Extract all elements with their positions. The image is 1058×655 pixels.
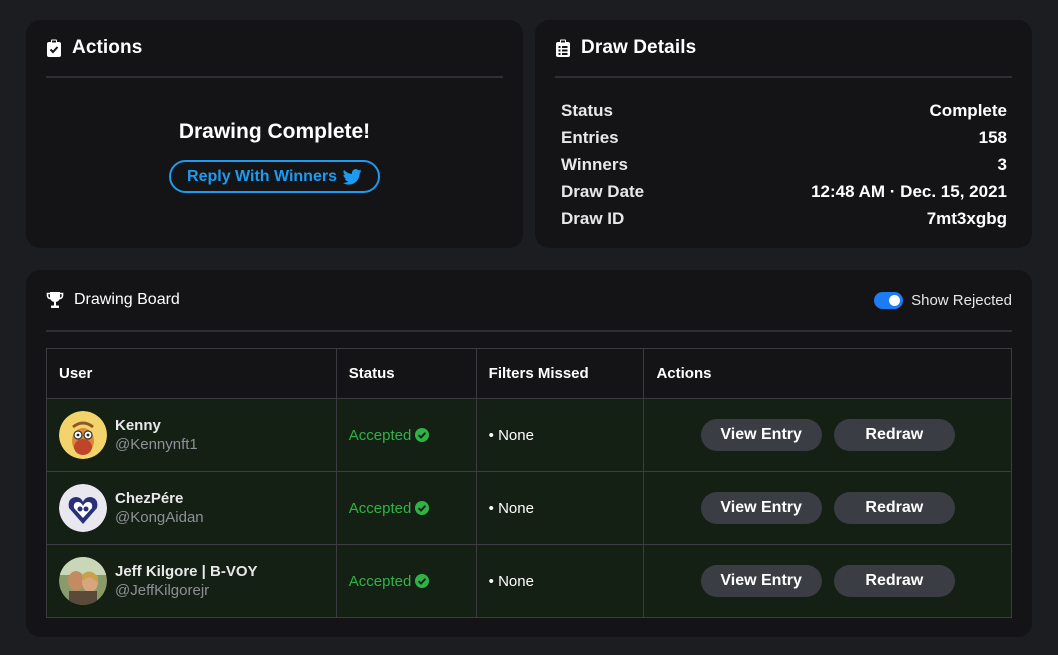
draw-details-list: Status Complete Entries 158 Winners 3 Dr… bbox=[561, 97, 1007, 232]
draw-details-title: Draw Details bbox=[581, 37, 697, 58]
redraw-button[interactable]: Redraw bbox=[833, 492, 955, 524]
detail-row-winners: Winners 3 bbox=[561, 151, 1007, 178]
view-entry-button[interactable]: View Entry bbox=[700, 419, 822, 451]
avatar[interactable] bbox=[59, 484, 107, 532]
table-row: ChezPére @KongAidan Accepted • None View… bbox=[46, 471, 1012, 545]
status-label: Accepted bbox=[348, 426, 412, 444]
trophy-icon bbox=[46, 291, 64, 309]
show-rejected-label: Show Rejected bbox=[911, 291, 1012, 309]
column-header-filters-missed: Filters Missed bbox=[475, 348, 645, 399]
reply-button-label: Reply With Winners bbox=[187, 167, 337, 185]
column-header-user: User bbox=[46, 348, 337, 399]
status-label: Accepted bbox=[348, 499, 412, 517]
user-cell: Kenny @Kennynft1 bbox=[46, 398, 337, 472]
view-entry-button[interactable]: View Entry bbox=[700, 492, 822, 524]
check-circle-icon bbox=[415, 574, 430, 588]
detail-row-status: Status Complete bbox=[561, 97, 1007, 124]
filters-missed-cell: • None bbox=[475, 398, 645, 472]
user-handle[interactable]: @JeffKilgorejr bbox=[115, 582, 258, 599]
detail-value: 12:48 AM · Dec. 15, 2021 bbox=[811, 181, 1007, 201]
user-name: Kenny bbox=[115, 417, 161, 434]
status-cell: Accepted bbox=[335, 544, 477, 618]
actions-cell: View Entry Redraw bbox=[643, 544, 1012, 618]
draw-details-header: Draw Details bbox=[555, 20, 1012, 78]
filters-missed-cell: • None bbox=[475, 471, 645, 545]
user-cell: Jeff Kilgore | B-VOY @JeffKilgorejr bbox=[46, 544, 337, 618]
show-rejected-control: Show Rejected bbox=[874, 291, 1012, 309]
drawing-board-title: Drawing Board bbox=[74, 291, 180, 308]
clipboard-check-icon bbox=[46, 39, 62, 57]
status-label: Accepted bbox=[348, 572, 412, 590]
avatar[interactable] bbox=[59, 411, 107, 459]
detail-label: Draw ID bbox=[561, 208, 625, 228]
column-header-status: Status bbox=[335, 348, 477, 399]
detail-value: 3 bbox=[997, 154, 1007, 174]
avatar[interactable] bbox=[59, 557, 107, 605]
user-handle[interactable]: @Kennynft1 bbox=[115, 436, 198, 453]
user-name: ChezPére bbox=[115, 490, 184, 507]
twitter-bird-icon bbox=[342, 168, 362, 185]
table-row: Jeff Kilgore | B-VOY @JeffKilgorejr Acce… bbox=[46, 544, 1012, 618]
table-row: Kenny @Kennynft1 Accepted • None View En… bbox=[46, 398, 1012, 472]
detail-value: 158 bbox=[978, 127, 1007, 147]
detail-row-draw-id: Draw ID 7mt3xgbg bbox=[561, 205, 1007, 232]
detail-value: 7mt3xgbg bbox=[926, 208, 1007, 228]
redraw-button[interactable]: Redraw bbox=[833, 419, 955, 451]
check-circle-icon bbox=[415, 428, 430, 442]
view-entry-button[interactable]: View Entry bbox=[700, 565, 822, 597]
detail-row-draw-date: Draw Date 12:48 AM · Dec. 15, 2021 bbox=[561, 178, 1007, 205]
clipboard-list-icon bbox=[555, 39, 571, 57]
detail-value: Complete bbox=[929, 100, 1007, 120]
actions-card-header: Actions bbox=[46, 20, 503, 78]
detail-row-entries: Entries 158 bbox=[561, 124, 1007, 151]
check-circle-icon bbox=[415, 501, 430, 515]
status-cell: Accepted bbox=[335, 471, 477, 545]
reply-with-winners-button[interactable]: Reply With Winners bbox=[169, 160, 380, 193]
draw-details-card: Draw Details Status Complete Entries 158… bbox=[535, 20, 1032, 248]
drawing-board-card: Drawing Board Show Rejected User Status … bbox=[26, 270, 1032, 637]
drawing-board-table: User Status Filters Missed Actions Kenny… bbox=[46, 348, 1012, 618]
detail-label: Status bbox=[561, 100, 613, 120]
user-handle[interactable]: @KongAidan bbox=[115, 509, 204, 526]
detail-label: Entries bbox=[561, 127, 619, 147]
actions-cell: View Entry Redraw bbox=[643, 398, 1012, 472]
drawing-complete-message: Drawing Complete! bbox=[178, 120, 371, 143]
toggle-knob bbox=[889, 294, 901, 306]
actions-card-title: Actions bbox=[72, 37, 143, 58]
drawing-board-header: Drawing Board Show Rejected bbox=[46, 270, 1012, 332]
redraw-button[interactable]: Redraw bbox=[833, 565, 955, 597]
show-rejected-toggle[interactable] bbox=[874, 291, 904, 309]
column-header-actions: Actions bbox=[643, 348, 1012, 399]
status-cell: Accepted bbox=[335, 398, 477, 472]
detail-label: Winners bbox=[561, 154, 628, 174]
user-name: Jeff Kilgore | B-VOY bbox=[115, 563, 258, 580]
filters-missed-cell: • None bbox=[475, 544, 645, 618]
table-header-row: User Status Filters Missed Actions bbox=[46, 348, 1012, 399]
actions-card: Actions Drawing Complete! Reply With Win… bbox=[26, 20, 523, 248]
detail-label: Draw Date bbox=[561, 181, 645, 201]
user-cell: ChezPére @KongAidan bbox=[46, 471, 337, 545]
actions-cell: View Entry Redraw bbox=[643, 471, 1012, 545]
